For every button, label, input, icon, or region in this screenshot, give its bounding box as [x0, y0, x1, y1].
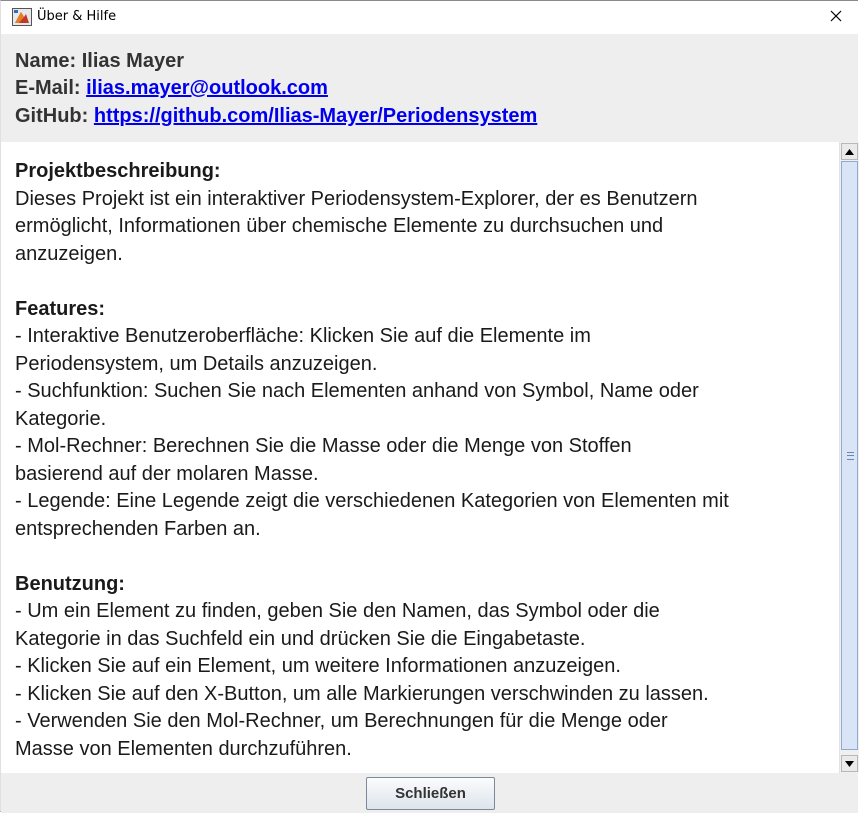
text-line: Kategorie.	[15, 407, 107, 430]
arrow-up-icon	[845, 148, 854, 155]
email-label: E-Mail:	[15, 77, 81, 99]
arrow-down-icon	[845, 760, 854, 767]
text-line: basierend auf der molaren Masse.	[15, 462, 319, 485]
text-line: ermöglicht, Informationen über chemische…	[15, 215, 664, 237]
name-row: Name: Ilias Mayer	[15, 50, 184, 73]
text-line: - Klicken Sie auf ein Element, um weiter…	[15, 655, 621, 677]
author-info-panel: Name: Ilias Mayer E-Mail: ilias.mayer@ou…	[1, 34, 858, 142]
description-text-area[interactable]: Projektbeschreibung: Dieses Projekt ist e…	[1, 142, 841, 773]
text-line: Periodensystem, um Details anzuzeigen.	[15, 352, 378, 375]
text-line: - Mol-Rechner: Berechnen Sie die Masse o…	[15, 435, 632, 457]
email-link[interactable]: ilias.mayer@outlook.com	[86, 77, 328, 99]
section-heading: Projektbeschreibung:	[15, 160, 221, 182]
name-label: Name:	[15, 50, 77, 72]
github-label: GitHub:	[15, 105, 89, 127]
text-line: - Verwenden Sie den Mol-Rechner, um Bere…	[15, 710, 668, 732]
title-bar[interactable]: Über & Hilfe	[1, 1, 858, 34]
name-value: Ilias Mayer	[81, 50, 184, 72]
text-line: - Interaktive Benutzeroberfläche: Klicke…	[15, 325, 591, 347]
text-line: - Klicken Sie auf den X-Button, um alle …	[15, 682, 709, 705]
window-title: Über & Hilfe	[37, 9, 117, 24]
text-line: Masse von Elementen durchzuführen.	[15, 737, 352, 760]
text-line: Dieses Projekt ist ein interaktiver Peri…	[15, 187, 698, 210]
button-bar: Schließen	[1, 773, 858, 813]
close-button[interactable]: Schließen	[366, 777, 495, 810]
scroll-up-button[interactable]	[841, 143, 858, 160]
github-row: GitHub: https://github.com/Ilias-Mayer/P…	[15, 105, 537, 128]
text-line: anzuzeigen.	[15, 242, 123, 265]
text-line	[15, 543, 833, 571]
window-close-button[interactable]	[814, 1, 858, 34]
text-line: - Suchfunktion: Suchen Sie nach Elemente…	[15, 380, 699, 402]
scroll-thumb[interactable]	[841, 161, 858, 750]
section-heading: Features:	[15, 297, 106, 320]
text-line: - Legende: Eine Legende zeigt die versch…	[15, 490, 729, 512]
section-heading: Benutzung:	[15, 572, 125, 595]
app-icon	[12, 8, 32, 26]
close-icon	[830, 9, 842, 27]
text-line: - Um ein Element zu finden, geben Sie de…	[15, 600, 660, 622]
vertical-scrollbar[interactable]	[839, 142, 859, 773]
description-text: Projektbeschreibung: Dieses Projekt ist e…	[15, 158, 833, 763]
github-link[interactable]: https://github.com/Ilias-Mayer/Periodens…	[94, 105, 537, 127]
grip-icon	[847, 452, 854, 460]
scroll-down-button[interactable]	[841, 755, 858, 772]
email-row: E-Mail: ilias.mayer@outlook.com	[15, 77, 328, 100]
text-line	[15, 268, 833, 296]
text-line: entsprechenden Farben an.	[15, 517, 261, 540]
about-dialog: Über & Hilfe Name: Ilias Mayer E-Mail: i…	[0, 0, 859, 813]
text-line: Kategorie in das Suchfeld ein und drücke…	[15, 627, 586, 650]
